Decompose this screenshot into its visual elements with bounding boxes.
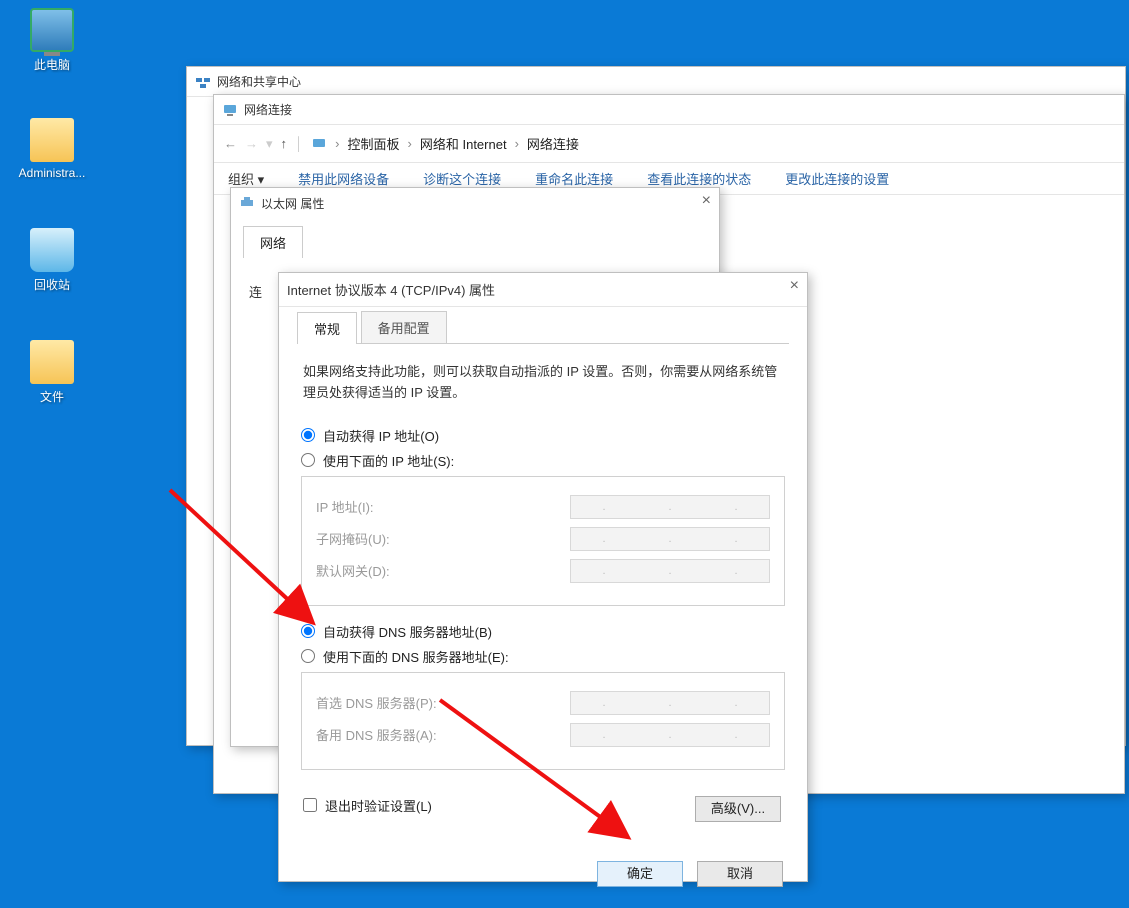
path-icon [311, 136, 327, 152]
toolbar-change[interactable]: 更改此连接的设置 [785, 169, 889, 188]
desktop-icon-files[interactable]: 文件 [12, 340, 92, 405]
radio-dns-auto-label: 自动获得 DNS 服务器地址(B) [323, 622, 492, 641]
toolbar-rename[interactable]: 重命名此连接 [535, 169, 613, 188]
radio-ip-auto[interactable] [301, 428, 315, 442]
window-title: 网络连接 [244, 101, 292, 118]
recycle-bin-icon [30, 228, 74, 272]
toolbar-diagnose[interactable]: 诊断这个连接 [423, 169, 501, 188]
dialog-title: Internet 协议版本 4 (TCP/IPv4) 属性 [287, 280, 495, 299]
radio-dns-auto-row[interactable]: 自动获得 DNS 服务器地址(B) [301, 622, 785, 641]
bc-network-connections[interactable]: 网络连接 [527, 134, 579, 153]
tab-alternate[interactable]: 备用配置 [361, 311, 447, 343]
titlebar[interactable]: 网络连接 [214, 95, 1124, 125]
window-title: 网络和共享中心 [217, 73, 301, 90]
adapter-icon [239, 195, 255, 211]
cancel-button[interactable]: 取消 [697, 861, 783, 887]
radio-dns-manual-label: 使用下面的 DNS 服务器地址(E): [323, 647, 509, 666]
ip-address-input: ... [570, 495, 770, 519]
app-icon [222, 102, 238, 118]
dialog-ipv4-properties[interactable]: Internet 协议版本 4 (TCP/IPv4) 属性 × 常规 备用配置 … [278, 272, 808, 882]
validate-checkbox-row[interactable]: 退出时验证设置(L) [303, 796, 432, 815]
radio-ip-manual[interactable] [301, 453, 315, 467]
tabstrip: 常规 备用配置 [297, 311, 789, 344]
preferred-dns-label: 首选 DNS 服务器(P): [316, 693, 570, 712]
radio-ip-auto-label: 自动获得 IP 地址(O) [323, 426, 439, 445]
radio-dns-auto[interactable] [301, 624, 315, 638]
default-gateway-input: ... [570, 559, 770, 583]
bc-control-panel[interactable]: 控制面板 [348, 134, 400, 153]
radio-dns-manual-row[interactable]: 使用下面的 DNS 服务器地址(E): [301, 647, 785, 666]
toolbar-status[interactable]: 查看此连接的状态 [647, 169, 751, 188]
label: 回收站 [12, 276, 92, 293]
radio-dns-manual[interactable] [301, 649, 315, 663]
desktop-icon-admin[interactable]: Administra... [12, 118, 92, 180]
dns-fields-group: 首选 DNS 服务器(P): ... 备用 DNS 服务器(A): ... [301, 672, 785, 770]
subnet-mask-label: 子网掩码(U): [316, 529, 570, 548]
tabstrip: 网络 [231, 218, 719, 258]
alternate-dns-input: ... [570, 723, 770, 747]
tab-network[interactable]: 网络 [243, 226, 303, 258]
titlebar[interactable]: Internet 协议版本 4 (TCP/IPv4) 属性 × [279, 273, 807, 307]
folder-icon [30, 118, 74, 162]
alternate-dns-label: 备用 DNS 服务器(A): [316, 725, 570, 744]
default-gateway-label: 默认网关(D): [316, 561, 570, 580]
toolbar-disable[interactable]: 禁用此网络设备 [298, 169, 389, 188]
radio-ip-auto-row[interactable]: 自动获得 IP 地址(O) [301, 426, 785, 445]
description-text: 如果网络支持此功能，则可以获取自动指派的 IP 设置。否则，你需要从网络系统管理… [303, 362, 783, 404]
titlebar[interactable]: 网络和共享中心 [187, 67, 1125, 97]
nav-up[interactable]: ↑ [281, 136, 288, 151]
desktop-icon-recycle[interactable]: 回收站 [12, 228, 92, 293]
folder-icon [30, 340, 74, 384]
subnet-mask-input: ... [570, 527, 770, 551]
window-title: 以太网 属性 [261, 195, 324, 212]
validate-label: 退出时验证设置(L) [325, 796, 432, 815]
nav-back[interactable]: ← [224, 136, 237, 151]
app-icon [195, 74, 211, 90]
bc-network-internet[interactable]: 网络和 Internet [420, 134, 507, 153]
advanced-button[interactable]: 高级(V)... [695, 796, 781, 822]
titlebar[interactable]: 以太网 属性 × [231, 188, 719, 218]
ok-button[interactable]: 确定 [597, 861, 683, 887]
close-icon[interactable]: × [790, 277, 799, 295]
radio-ip-manual-label: 使用下面的 IP 地址(S): [323, 451, 454, 470]
monitor-icon [30, 8, 74, 52]
desktop-icon-this-pc[interactable]: 此电脑 [12, 8, 92, 73]
tab-general[interactable]: 常规 [297, 312, 357, 344]
radio-ip-manual-row[interactable]: 使用下面的 IP 地址(S): [301, 451, 785, 470]
toolbar-organize[interactable]: 组织 ▾ [228, 169, 264, 188]
label: 此电脑 [12, 56, 92, 73]
label: 文件 [12, 388, 92, 405]
nav-forward[interactable]: → [245, 136, 258, 151]
breadcrumb: ← → ▾ ↑ │ › 控制面板 › 网络和 Internet › 网络连接 [214, 125, 1124, 163]
ip-fields-group: IP 地址(I): ... 子网掩码(U): ... 默认网关(D): ... [301, 476, 785, 606]
label: Administra... [12, 166, 92, 180]
preferred-dns-input: ... [570, 691, 770, 715]
validate-checkbox[interactable] [303, 798, 317, 812]
ip-address-label: IP 地址(I): [316, 497, 570, 516]
connect-using-label: 连 [249, 285, 262, 300]
close-icon[interactable]: × [702, 192, 711, 210]
